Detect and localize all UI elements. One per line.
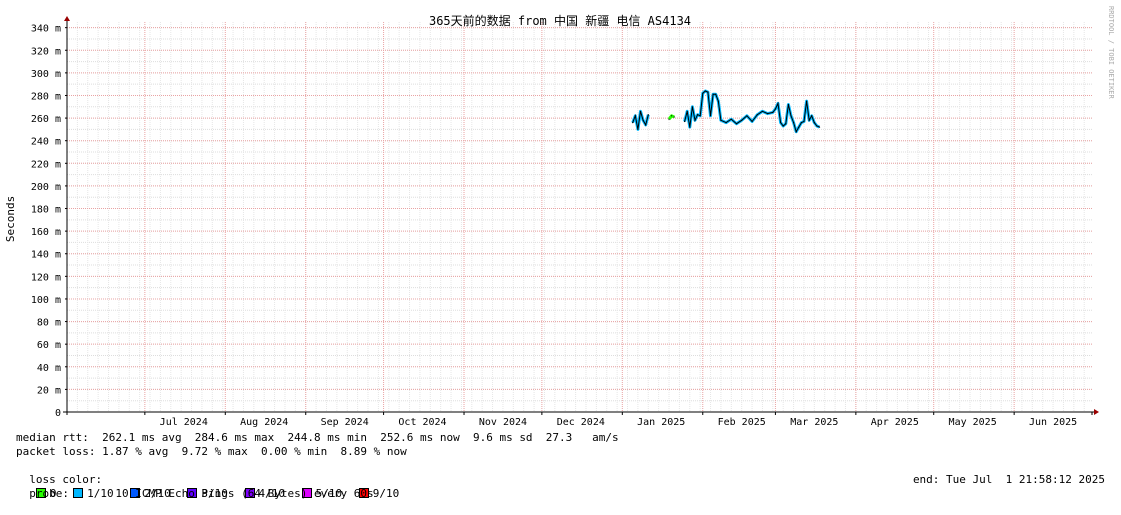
series-point: [785, 123, 787, 125]
series-point: [717, 100, 719, 102]
series-point: [686, 110, 688, 112]
series-point: [704, 90, 707, 92]
series-point: [709, 115, 712, 117]
series-point: [699, 115, 701, 117]
series-point: [684, 120, 686, 123]
series-point: [774, 108, 777, 110]
series-point: [689, 126, 691, 128]
y-tick-label: 120 m: [31, 272, 61, 283]
series-point: [795, 131, 797, 133]
x-tick-label: Jul 2024: [160, 417, 208, 428]
series-point: [787, 103, 790, 106]
x-tick-label: Sep 2024: [321, 417, 369, 428]
series-point: [746, 115, 748, 117]
x-axis-tick-labels: Jul 2024 Aug 2024 Sep 2024 Oct 2024 Nov 2024…: [66, 412, 1093, 428]
median-rtt-line: median rtt: 262.1 ms avg 284.6 ms max 24…: [16, 431, 619, 444]
series-point: [712, 93, 714, 95]
series-point: [800, 122, 803, 124]
series-point: [777, 102, 779, 104]
y-tick-label: 140 m: [31, 250, 61, 261]
y-tick-label: 280 m: [31, 91, 61, 102]
y-tick-label: 160 m: [31, 227, 61, 238]
series-point: [720, 119, 722, 121]
packet-loss-line: packet loss: 1.87 % avg 9.72 % max 0.00 …: [16, 445, 407, 458]
x-axis-arrow: [1094, 409, 1099, 415]
series-point: [639, 110, 642, 112]
x-tick-label: Dec 2024: [557, 417, 605, 428]
series-point: [761, 110, 764, 112]
probe-line: probe: 10 ICMP Echo Pings (64 Bytes) eve…: [16, 473, 1105, 515]
x-tick-label: Mar 2025: [790, 417, 838, 428]
series-point: [782, 125, 784, 127]
y-tick-label: 20 m: [37, 385, 61, 396]
y-axis-tick-labels: 0 20 m 40 m 60 m 80 m 100 m 120 m 140 m 160 m 180…: [31, 24, 67, 419]
series-point: [671, 115, 673, 117]
series-point: [793, 122, 795, 124]
y-tick-label: 220 m: [31, 159, 61, 170]
series-point: [673, 116, 675, 118]
series-point: [803, 120, 805, 123]
series-point: [694, 119, 696, 121]
rtt-chart: 0 20 m 40 m 60 m 80 m 100 m 120 m 140 m 160 m 180…: [4, 6, 1115, 428]
series-point: [725, 122, 727, 124]
series-point: [816, 125, 818, 127]
x-tick-label: Apr 2025: [871, 417, 919, 428]
x-tick-label: Nov 2024: [479, 417, 527, 428]
y-tick-label: 40 m: [37, 363, 61, 374]
x-tick-label: Aug 2024: [240, 417, 288, 428]
x-tick-label: Jun 2025: [1029, 417, 1077, 428]
x-tick-label: Oct 2024: [398, 417, 446, 428]
y-axis-label: Seconds: [4, 196, 17, 242]
y-tick-label: 260 m: [31, 114, 61, 125]
series-layer: [631, 89, 821, 134]
y-tick-label: 320 m: [31, 46, 61, 57]
series-point: [751, 120, 753, 123]
series-point: [634, 115, 636, 117]
series-point: [806, 100, 808, 102]
y-tick-label: 0: [55, 408, 61, 419]
y-tick-label: 180 m: [31, 205, 61, 216]
series-point: [790, 115, 792, 117]
series-point: [702, 92, 704, 94]
series-point: [647, 114, 649, 116]
series-point: [798, 126, 800, 128]
y-tick-label: 240 m: [31, 137, 61, 148]
grid: [67, 22, 1092, 412]
series-point: [813, 122, 815, 124]
series-point: [811, 115, 813, 117]
x-tick-label: Feb 2025: [718, 417, 766, 428]
series-point: [645, 124, 647, 126]
series-point: [637, 128, 639, 130]
series-point: [668, 118, 670, 120]
y-tick-label: 300 m: [31, 69, 61, 80]
series-point: [808, 119, 810, 121]
series-point: [707, 91, 709, 93]
series-point: [730, 118, 732, 120]
series-point: [697, 114, 699, 116]
y-tick-label: 80 m: [37, 318, 61, 329]
rrdtool-credit: RRDTOOL / TOBI OETIKER: [1107, 6, 1115, 100]
chart-title: 365天前的数据 from 中国 新疆 电信 AS4134: [429, 13, 691, 28]
series-point: [772, 111, 774, 113]
series-point: [735, 123, 738, 125]
end-time: end: Tue Jul 1 21:58:12 2025: [912, 473, 1105, 486]
series-point: [741, 119, 743, 121]
x-tick-label: May 2025: [949, 417, 997, 428]
series-point: [756, 114, 758, 116]
series-point: [691, 106, 694, 108]
series-point: [642, 119, 644, 121]
series-point: [632, 122, 634, 124]
y-tick-label: 60 m: [37, 340, 61, 351]
y-tick-label: 100 m: [31, 295, 61, 306]
series-point: [780, 122, 782, 124]
y-axis-arrow: [64, 16, 70, 21]
series-point: [715, 93, 717, 95]
series-point: [767, 113, 769, 115]
series-point: [818, 126, 821, 128]
x-tick-label: Jan 2025: [637, 417, 685, 428]
y-tick-label: 200 m: [31, 182, 61, 193]
y-tick-label: 340 m: [31, 24, 61, 35]
series-line: [684, 90, 820, 133]
